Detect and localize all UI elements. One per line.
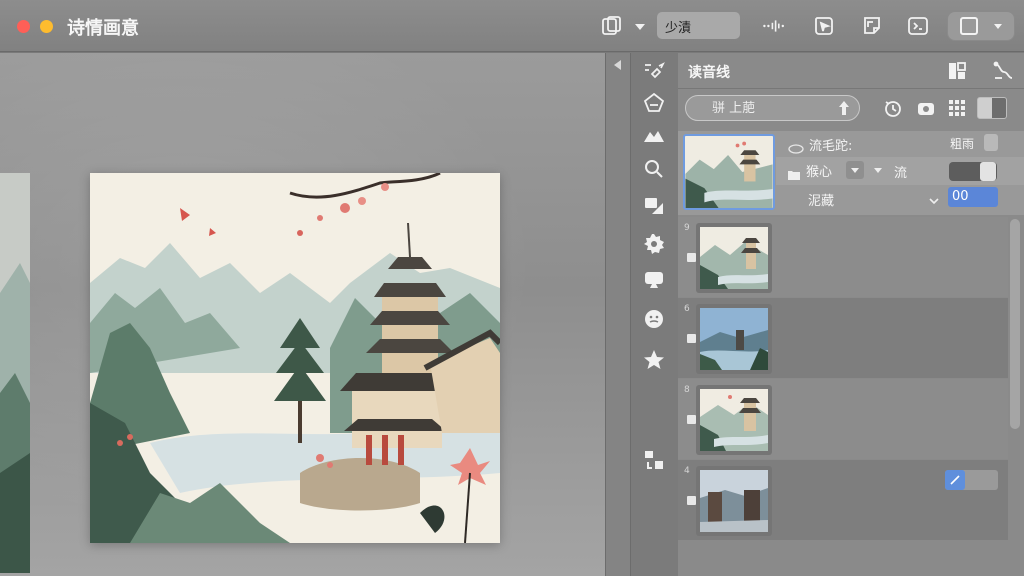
arrange-icon[interactable] bbox=[642, 448, 666, 472]
title-bar: 诗情画意 少漬 bbox=[0, 0, 1024, 52]
star-icon[interactable] bbox=[642, 348, 666, 372]
close-window-button[interactable] bbox=[17, 20, 30, 33]
fill-chevron-icon[interactable] bbox=[928, 192, 940, 205]
layer-row[interactable]: 6 bbox=[678, 298, 1008, 378]
screenshot-icon[interactable] bbox=[906, 14, 930, 38]
layer-thumbnail bbox=[696, 466, 772, 536]
mask-icon[interactable] bbox=[916, 98, 936, 118]
display-icon[interactable] bbox=[642, 268, 666, 292]
layer-visibility-checkbox[interactable] bbox=[687, 334, 696, 343]
selected-layer[interactable]: 流毛跎: 粗雨 猴心 流 0 泥藏 00 bbox=[678, 131, 1024, 215]
panel-splitter[interactable] bbox=[605, 53, 631, 576]
face-icon[interactable] bbox=[642, 307, 666, 331]
search-input[interactable] bbox=[712, 99, 832, 117]
grid-icon[interactable] bbox=[947, 98, 967, 118]
view-chevron-icon bbox=[994, 24, 1002, 29]
layer-thumbnail bbox=[696, 223, 772, 293]
shape-pentagon-icon[interactable] bbox=[642, 91, 666, 115]
eye-icon[interactable] bbox=[788, 139, 804, 154]
layer-list: 9 6 8 4 bbox=[678, 217, 1008, 576]
gear-icon[interactable] bbox=[642, 232, 666, 256]
transform-icon[interactable] bbox=[860, 14, 884, 38]
panel-header: 读音线 bbox=[678, 53, 1024, 89]
window-title: 诗情画意 bbox=[67, 18, 139, 39]
landscape-icon[interactable] bbox=[642, 124, 666, 148]
history-icon[interactable] bbox=[883, 98, 903, 118]
canvas-area[interactable] bbox=[0, 53, 605, 576]
layer-list-scrollbar[interactable] bbox=[1010, 219, 1020, 429]
search-icon bbox=[694, 100, 710, 116]
document-name-field[interactable]: 少漬 bbox=[657, 12, 740, 39]
minimize-window-button[interactable] bbox=[40, 20, 53, 33]
artwork-image[interactable] bbox=[90, 173, 500, 543]
brush-presets-icon[interactable] bbox=[642, 60, 666, 84]
blend-mode-chevron-icon[interactable] bbox=[846, 161, 864, 179]
layer-group-icon[interactable] bbox=[946, 60, 968, 82]
blend-label: 流毛跎: bbox=[809, 139, 853, 154]
opacity-label: 粗雨 bbox=[950, 137, 975, 151]
layers-panel: 读音线 骈 上萉 流毛跎: 粗雨 猴心 流 泥藏 00 9 6 8 4 bbox=[678, 53, 1024, 576]
color-swatch-toggle[interactable] bbox=[977, 97, 1007, 119]
audio-wave-icon[interactable] bbox=[762, 14, 792, 38]
layer-number: 9 bbox=[684, 223, 690, 233]
copy-layers-icon[interactable] bbox=[600, 14, 624, 38]
layer-number: 4 bbox=[684, 466, 690, 476]
layer-visibility-checkbox[interactable] bbox=[687, 415, 696, 424]
layer-row[interactable]: 8 bbox=[678, 379, 1008, 459]
layer-row[interactable]: 4 bbox=[678, 460, 1008, 540]
fill-label: 泥藏 bbox=[808, 194, 835, 209]
folder-icon bbox=[788, 165, 800, 180]
layer-search[interactable] bbox=[685, 95, 860, 121]
square-view-icon bbox=[960, 17, 978, 35]
flow-label: 流 bbox=[894, 166, 908, 181]
disclosure-triangle-icon[interactable] bbox=[874, 168, 882, 173]
layer-edit-chip[interactable] bbox=[945, 470, 998, 490]
selected-layer-thumbnail[interactable] bbox=[683, 134, 775, 210]
pencil-icon[interactable] bbox=[945, 470, 965, 490]
smart-select-icon[interactable] bbox=[812, 14, 836, 38]
flow-stepper[interactable] bbox=[980, 162, 996, 181]
curve-tool-icon[interactable] bbox=[992, 60, 1014, 82]
layer-thumbnail bbox=[696, 304, 772, 374]
fill-value-field[interactable]: 00 bbox=[948, 187, 998, 207]
adjustments-icon[interactable] bbox=[642, 194, 666, 218]
sort-arrow-icon[interactable] bbox=[837, 100, 851, 116]
layer-row[interactable]: 9 bbox=[678, 217, 1008, 297]
chevron-down-icon[interactable] bbox=[628, 14, 645, 38]
layer-visibility-checkbox[interactable] bbox=[687, 253, 696, 262]
layer-visibility-checkbox[interactable] bbox=[687, 496, 696, 505]
layer-number: 6 bbox=[684, 304, 690, 314]
panel-title: 读音线 bbox=[688, 65, 730, 81]
magnifier-icon[interactable] bbox=[642, 157, 666, 181]
tool-rail bbox=[631, 53, 678, 576]
adjacent-page bbox=[0, 173, 30, 573]
opacity-switch[interactable] bbox=[984, 134, 998, 151]
view-mode-button[interactable] bbox=[947, 11, 1015, 41]
collapse-arrow-icon[interactable] bbox=[614, 60, 621, 70]
layer-thumbnail bbox=[696, 385, 772, 455]
layer-number: 8 bbox=[684, 385, 690, 395]
